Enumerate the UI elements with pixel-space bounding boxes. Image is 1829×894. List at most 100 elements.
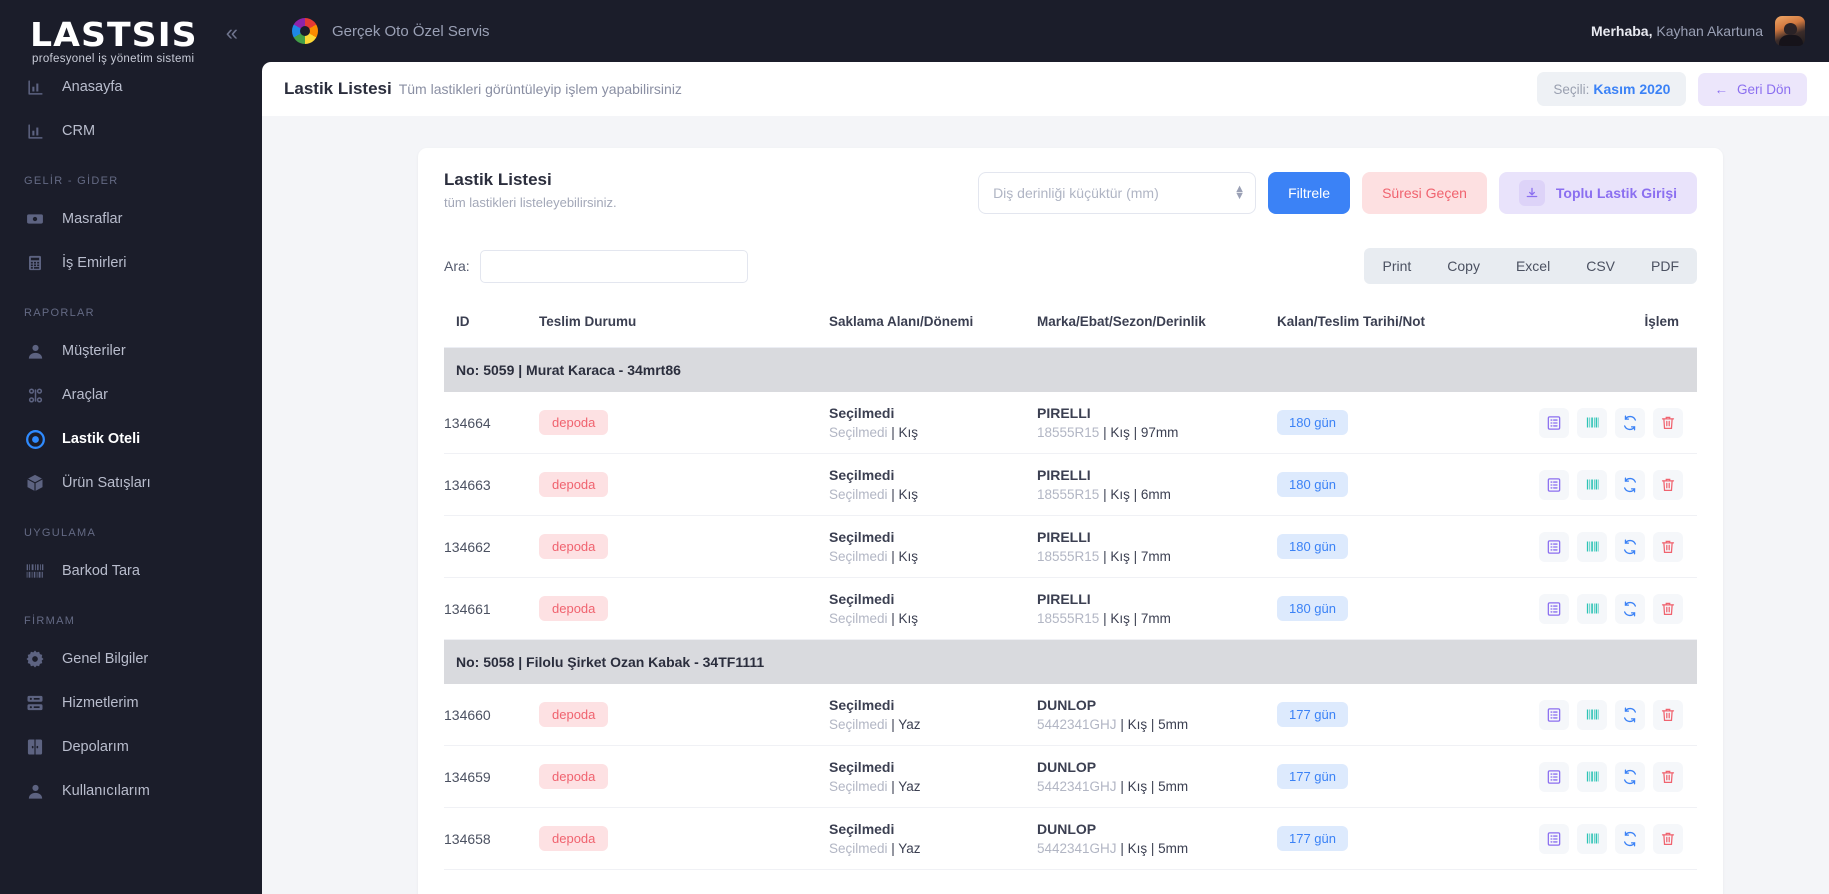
search-input[interactable] — [479, 249, 748, 283]
detail-list-icon[interactable] — [1539, 593, 1569, 624]
brand-chip[interactable]: Gerçek Oto Özel Servis — [292, 18, 490, 44]
table-row[interactable]: 134663 depoda Seçilmedi Seçilmedi | Kış PIRE… — [444, 453, 1697, 516]
avatar[interactable] — [1775, 16, 1805, 46]
detail-list-icon[interactable] — [1539, 823, 1569, 854]
filter-button[interactable]: Filtrele — [1268, 172, 1351, 214]
table-row[interactable]: 134662 depoda Seçilmedi Seçilmedi | Kış PIRE… — [444, 515, 1697, 578]
cell-brand: DUNLOP 5442341GHJ | Kış | 5mm — [1037, 684, 1277, 746]
page-subtitle: Tüm lastikleri görüntüleyip işlem yapabi… — [398, 81, 682, 97]
greeting: Merhaba, Kayhan Akartuna — [1591, 23, 1763, 39]
sidebar-item-genel-bilgiler[interactable]: Genel Bilgiler — [0, 637, 262, 681]
depth-filter-field[interactable]: ▲▼ — [978, 172, 1257, 214]
refresh-icon[interactable] — [1615, 469, 1645, 500]
locker-icon — [24, 736, 46, 758]
barcode-icon[interactable] — [1577, 823, 1607, 854]
column-header-brand: Marka/Ebat/Sezon/Derinlik — [1037, 306, 1277, 348]
cell-id: 134661 — [444, 577, 539, 640]
sidebar-section-2: RAPORLAR — [24, 307, 95, 319]
status-badge: depoda — [539, 410, 609, 435]
quantity-stepper[interactable]: ▲ ▼ — [1234, 184, 1245, 202]
refresh-icon[interactable] — [1615, 823, 1645, 854]
export-button-pdf[interactable]: PDF — [1633, 248, 1697, 284]
column-header-actions: İşlem — [1507, 306, 1697, 348]
bulk-entry-button[interactable]: Toplu Lastik Girişi — [1498, 172, 1697, 214]
selected-period-chip[interactable]: Seçili: Kasım 2020 — [1537, 72, 1687, 106]
detail-list-icon[interactable] — [1539, 469, 1569, 500]
sidebar-item-ara-lar[interactable]: Araçlar — [0, 373, 262, 417]
table-row[interactable]: 134658 depoda Seçilmedi Seçilmedi | Yaz DUNL… — [444, 807, 1697, 870]
barcode-icon[interactable] — [1577, 761, 1607, 792]
sidebar-item-masraflar[interactable]: Masraflar — [0, 197, 262, 241]
refresh-icon[interactable] — [1615, 699, 1645, 730]
table-header-row: ID Teslim Durumu Saklama Alanı/Dönemi Ma… — [444, 306, 1697, 348]
trash-icon[interactable] — [1653, 699, 1683, 730]
barcode-icon[interactable] — [1577, 593, 1607, 624]
table-row[interactable]: 134660 depoda Seçilmedi Seçilmedi | Yaz DUNL… — [444, 684, 1697, 746]
trash-icon[interactable] — [1653, 531, 1683, 562]
sidebar-section-3: UYGULAMA — [24, 527, 97, 539]
table-group-title: No: 5058 | Filolu Şirket Ozan Kabak - 34… — [444, 639, 1697, 684]
row-action-group — [1507, 823, 1697, 854]
refresh-icon[interactable] — [1615, 593, 1645, 624]
cell-brand: PIRELLI 18555R15 | Kış | 6mm — [1037, 453, 1277, 516]
cell-remaining-days: 180 gün — [1277, 577, 1507, 640]
cell-remaining-days: 177 gün — [1277, 745, 1507, 808]
trash-icon[interactable] — [1653, 761, 1683, 792]
barcode-icon[interactable] — [1577, 531, 1607, 562]
sidebar-item-hizmetlerim[interactable]: Hizmetlerim — [0, 681, 262, 725]
back-button[interactable]: ← Geri Dön — [1698, 72, 1807, 106]
trash-icon[interactable] — [1653, 593, 1683, 624]
trash-icon[interactable] — [1653, 469, 1683, 500]
barcode-icon[interactable] — [1577, 469, 1607, 500]
detail-list-icon[interactable] — [1539, 407, 1569, 438]
sidebar-item-i-emirleri[interactable]: İş Emirleri — [0, 241, 262, 285]
sidebar-item-kullan-c-lar-m[interactable]: Kullanıcılarım — [0, 769, 262, 813]
sidebar-item-depolar-m[interactable]: Depolarım — [0, 725, 262, 769]
brand-name: PIRELLI — [1037, 405, 1091, 421]
row-action-group — [1507, 469, 1697, 500]
cell-remaining-days: 180 gün — [1277, 515, 1507, 578]
detail-list-icon[interactable] — [1539, 761, 1569, 792]
sidebar-item-anasayfa[interactable]: Anasayfa — [0, 65, 262, 109]
row-action-group — [1507, 593, 1697, 624]
cell-storage-area: Seçilmedi Seçilmedi | Kış — [829, 453, 1037, 516]
refresh-icon[interactable] — [1615, 531, 1645, 562]
refresh-icon[interactable] — [1615, 407, 1645, 438]
detail-list-icon[interactable] — [1539, 699, 1569, 730]
expired-button[interactable]: Süresi Geçen — [1362, 172, 1487, 214]
logo: LASTSIS profesyonel iş yönetim sistemi « — [0, 0, 262, 65]
tyre-list-card: Lastik Listesi tüm lastikleri listeleyeb… — [418, 148, 1723, 894]
greeting-prefix: Merhaba, — [1591, 23, 1653, 39]
storage-area-period: Seçilmedi | Kış — [829, 611, 919, 626]
table-row[interactable]: 134661 depoda Seçilmedi Seçilmedi | Kış PIRE… — [444, 577, 1697, 640]
refresh-icon[interactable] — [1615, 761, 1645, 792]
table-row[interactable]: 134664 depoda Seçilmedi Seçilmedi | Kış PIRE… — [444, 392, 1697, 454]
sidebar-section-4: FİRMAM — [24, 615, 76, 627]
export-button-copy[interactable]: Copy — [1429, 248, 1498, 284]
brand-name: Gerçek Oto Özel Servis — [332, 22, 490, 40]
sidebar-item-m-teriler[interactable]: Müşteriler — [0, 329, 262, 373]
pinwheel-icon — [292, 18, 318, 44]
sidebar-item-label: Hizmetlerim — [62, 695, 139, 711]
sidebar-item-r-n-sat-lar[interactable]: Ürün Satışları — [0, 461, 262, 505]
sidebar-item-barkod-tara[interactable]: Barkod Tara — [0, 549, 262, 593]
barcode-icon[interactable] — [1577, 699, 1607, 730]
detail-list-icon[interactable] — [1539, 531, 1569, 562]
barcode-icon[interactable] — [1577, 407, 1607, 438]
trash-icon[interactable] — [1653, 823, 1683, 854]
depth-input[interactable] — [993, 185, 1235, 201]
chevron-left-double-icon[interactable]: « — [226, 22, 238, 44]
export-button-print[interactable]: Print — [1364, 248, 1429, 284]
sidebar-item-lastik-oteli[interactable]: Lastik Oteli — [0, 417, 262, 461]
storage-area-name: Seçilmedi — [829, 759, 895, 775]
column-header-status: Teslim Durumu — [539, 306, 829, 348]
export-button-csv[interactable]: CSV — [1568, 248, 1633, 284]
brand-name: PIRELLI — [1037, 529, 1091, 545]
circle-ring-icon — [24, 428, 46, 450]
sidebar-item-crm[interactable]: CRM — [0, 109, 262, 153]
table-row[interactable]: 134659 depoda Seçilmedi Seçilmedi | Yaz DUNL… — [444, 745, 1697, 808]
sidebar-item-label: Lastik Oteli — [62, 431, 141, 447]
trash-icon[interactable] — [1653, 407, 1683, 438]
export-button-excel[interactable]: Excel — [1498, 248, 1568, 284]
cell-storage-area: Seçilmedi Seçilmedi | Kış — [829, 577, 1037, 640]
